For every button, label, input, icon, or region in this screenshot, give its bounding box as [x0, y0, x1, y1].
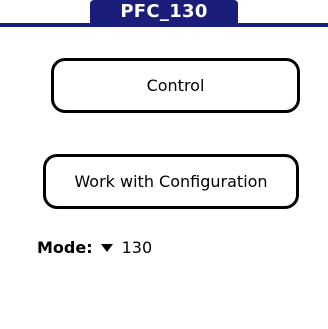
work-with-configuration-button[interactable]: Work with Configuration	[43, 154, 299, 209]
mode-selected-value[interactable]: 130	[122, 238, 153, 257]
palm-screen: PFC_130 Control Work with Configuration …	[0, 0, 328, 329]
triangle-down-icon[interactable]	[100, 243, 113, 252]
mode-label: Mode:	[37, 237, 93, 257]
app-title: PFC_130	[90, 0, 238, 23]
title-bar: PFC_130	[0, 0, 328, 27]
control-button[interactable]: Control	[51, 58, 300, 113]
mode-dropdown[interactable]: 130	[100, 238, 153, 257]
mode-row: Mode: 130	[37, 236, 152, 258]
